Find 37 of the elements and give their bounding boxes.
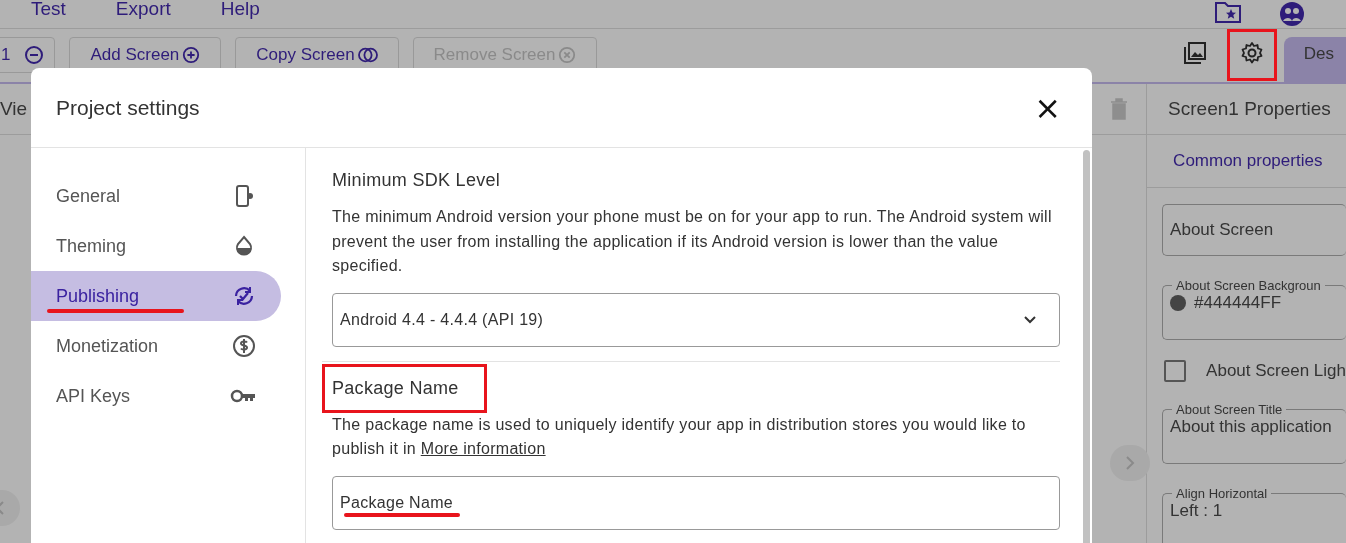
overlapping-circles-icon xyxy=(357,46,378,64)
dollar-icon xyxy=(232,334,256,358)
package-name-field[interactable]: Package Name xyxy=(332,475,1060,530)
close-button[interactable]: × xyxy=(1028,88,1067,127)
nav-item[interactable]: Theming xyxy=(31,221,281,271)
menu-item[interactable]: Test xyxy=(31,0,66,18)
folder-star-icon[interactable] xyxy=(1214,0,1242,24)
people-icon[interactable] xyxy=(1278,0,1306,28)
chevron-right-icon xyxy=(1125,455,1135,471)
menu-item[interactable]: Export xyxy=(115,0,171,18)
checkbox-label: About Screen Ligh xyxy=(1206,361,1346,381)
sync-check-icon xyxy=(232,284,256,308)
section-heading: Minimum SDK Level xyxy=(332,170,501,191)
designer-tab[interactable]: Des xyxy=(1283,37,1346,84)
panel-title: Screen1 Properties xyxy=(1147,84,1346,135)
properties-tab[interactable]: Common properties xyxy=(1147,151,1323,171)
gallery-icon[interactable] xyxy=(1182,41,1207,65)
section-heading: Package Name xyxy=(332,377,459,399)
plus-circle-icon xyxy=(182,46,201,64)
annotation-box xyxy=(1226,29,1277,81)
sdk-select[interactable]: Android 4.4 - 4.4.4 (API 19) xyxy=(332,292,1060,347)
nav-item[interactable]: General xyxy=(31,171,281,221)
minus-circle-icon xyxy=(24,45,45,65)
nav-item[interactable]: Monetization xyxy=(31,321,281,371)
section-description: The package name is used to uniquely identify your app in distribution stores you would like to publish it in More information xyxy=(332,414,1027,459)
nav-item[interactable]: API Keys xyxy=(31,371,281,421)
checkbox[interactable] xyxy=(1164,360,1187,382)
chevron-down-icon xyxy=(1023,314,1037,325)
settings-icon[interactable] xyxy=(1239,41,1264,65)
more-information-link[interactable]: More information xyxy=(420,440,546,457)
x-circle-icon xyxy=(558,46,577,64)
nav-item[interactable]: Publishing xyxy=(31,271,281,321)
dialog-title: Project settings xyxy=(56,95,200,120)
section-description: The minimum Android version your phone must be on for your app to run. The Android system will prevent the user from installing the application if its Android version is lower than the value specified. xyxy=(332,207,1053,276)
menu-item[interactable]: Help xyxy=(220,0,260,18)
viewer-title: Vie xyxy=(0,98,28,120)
scrollbar[interactable] xyxy=(1083,150,1090,543)
